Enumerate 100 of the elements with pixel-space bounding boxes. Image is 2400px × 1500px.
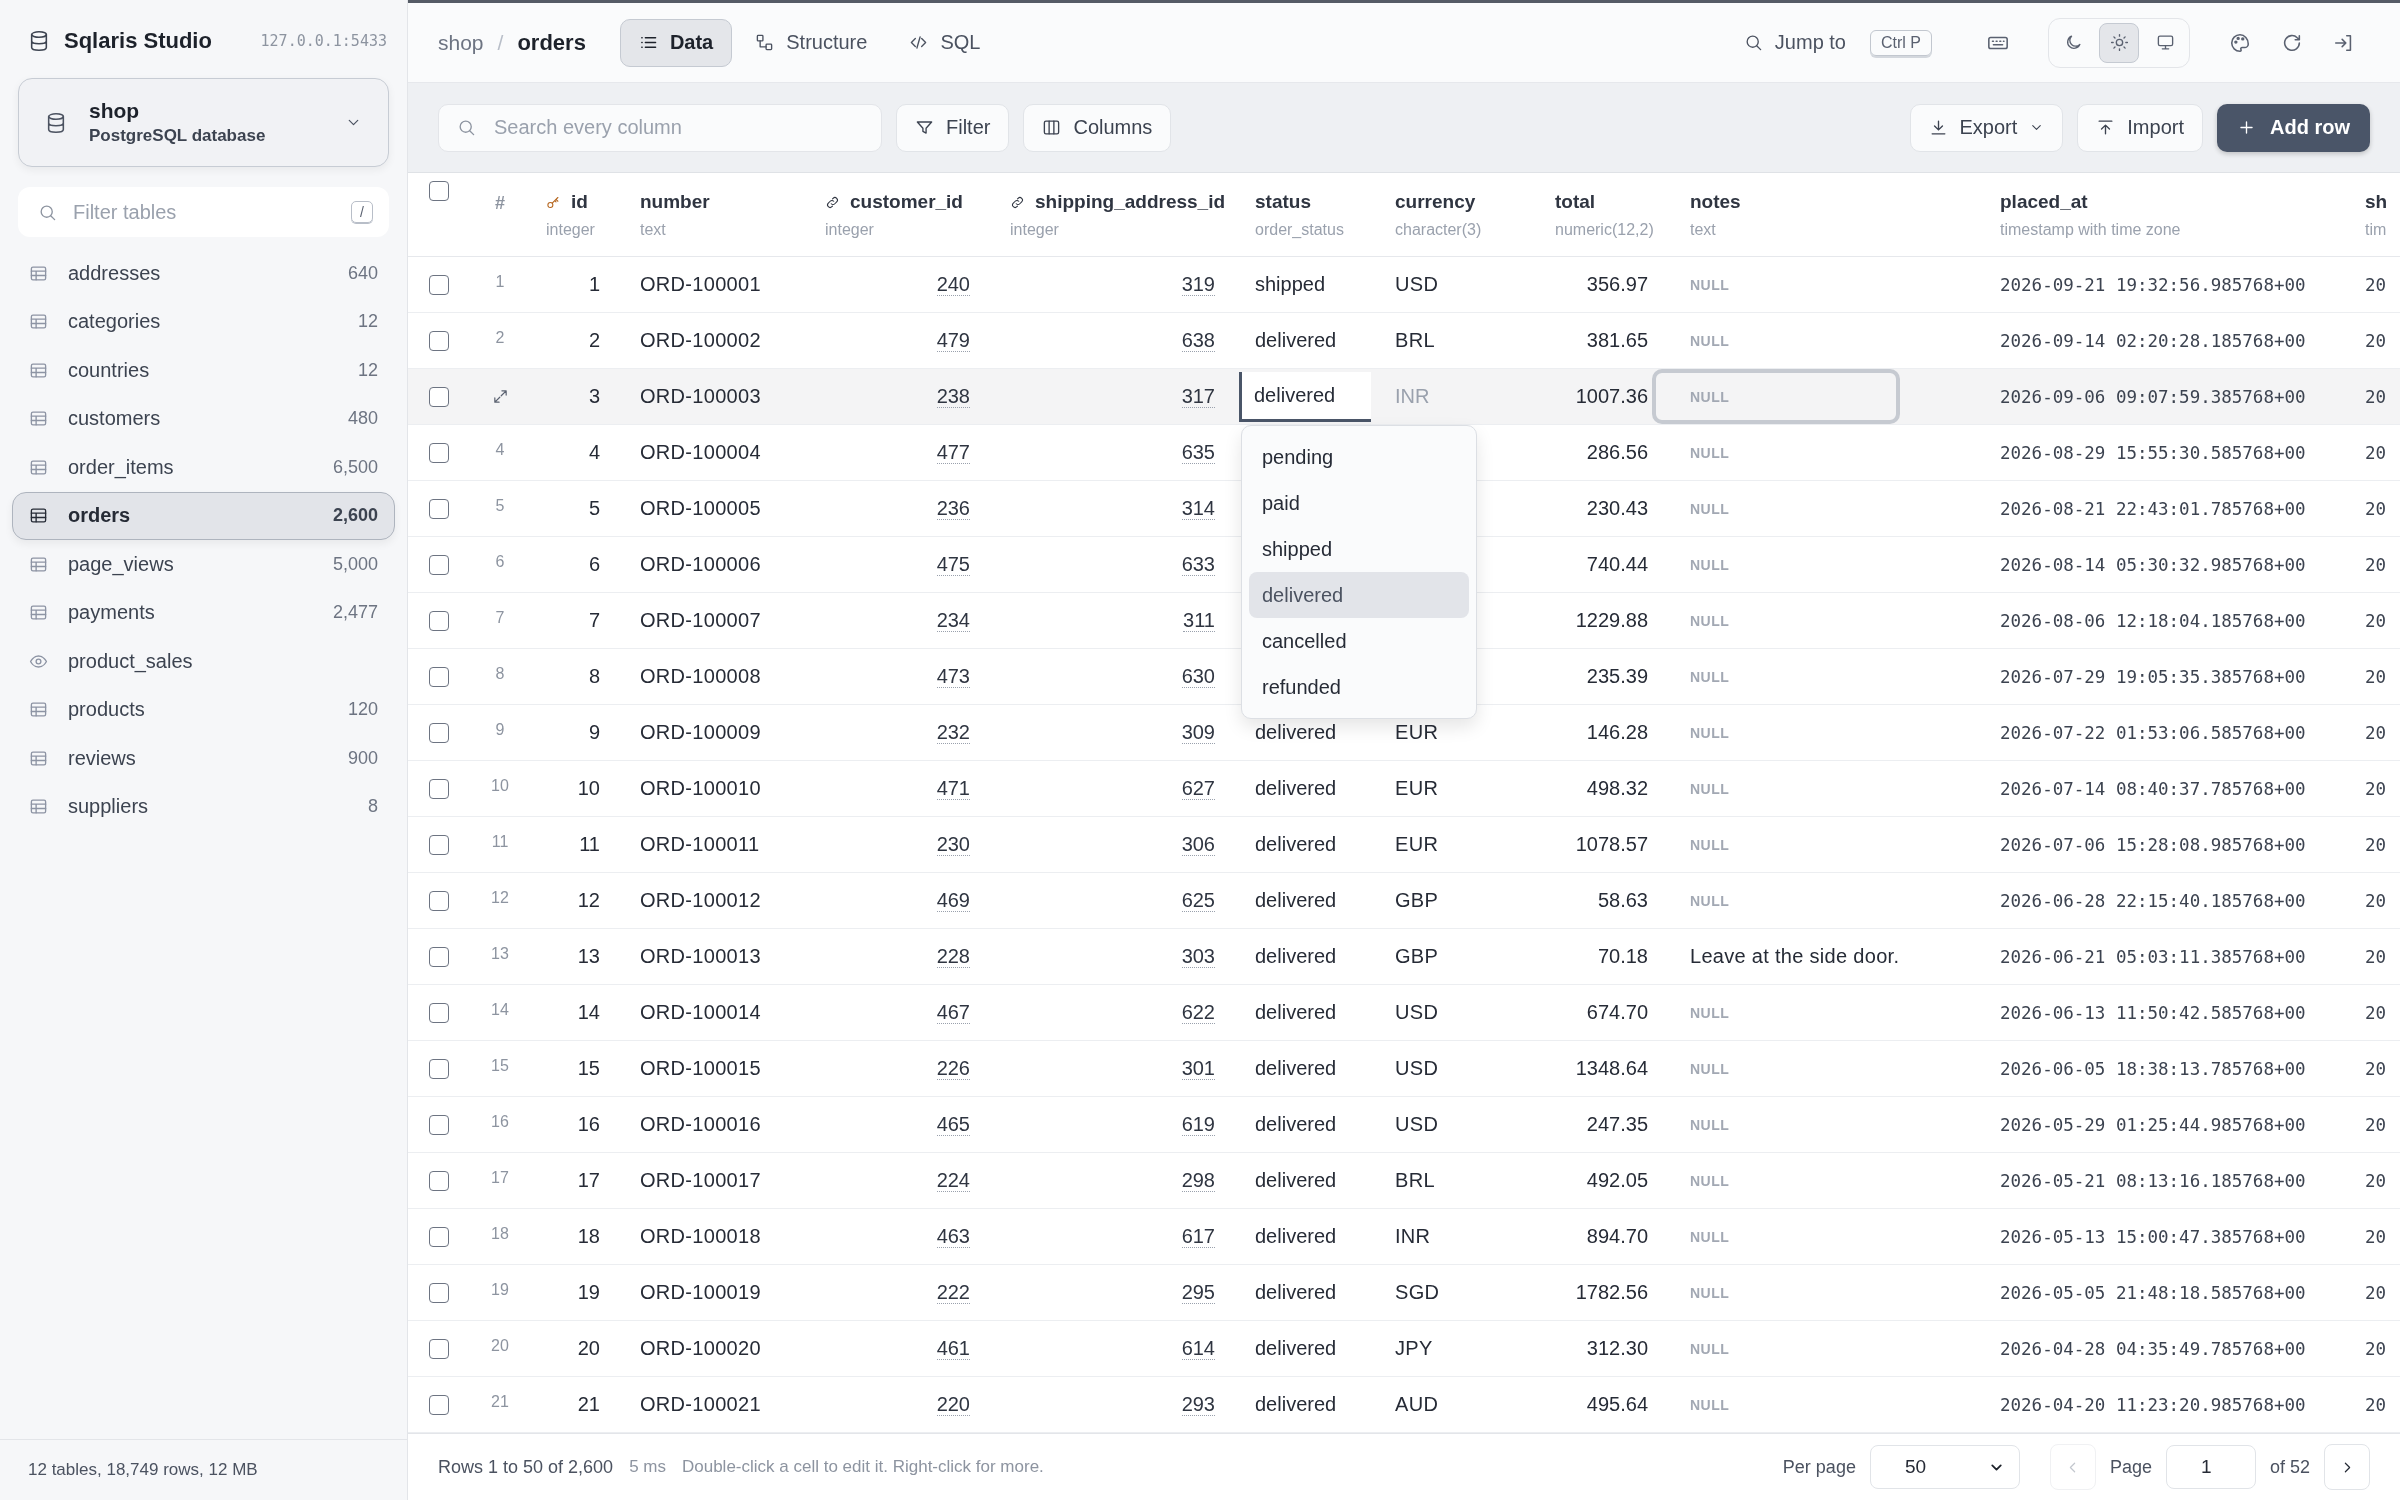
foreign-key-link[interactable]: 635 (1181, 441, 1215, 464)
dropdown-option[interactable]: paid (1249, 480, 1469, 526)
foreign-key-link[interactable]: 222 (936, 1281, 970, 1304)
row-checkbox[interactable] (429, 442, 449, 463)
schema-name[interactable]: shop (438, 30, 484, 55)
row-checkbox[interactable] (429, 890, 449, 911)
foreign-key-link[interactable]: 298 (1181, 1169, 1215, 1192)
foreign-key-link[interactable]: 622 (1181, 1001, 1215, 1024)
page-field[interactable]: 1 (2165, 1445, 2256, 1489)
foreign-key-link[interactable]: 317 (1181, 385, 1215, 408)
foreign-key-link[interactable]: 638 (1181, 329, 1215, 352)
search-field[interactable]: Search every column (492, 115, 863, 140)
dropdown-option[interactable]: cancelled (1249, 618, 1469, 664)
sidebar-item[interactable]: products 120 (12, 685, 395, 734)
foreign-key-link[interactable]: 224 (936, 1169, 970, 1192)
foreign-key-link[interactable]: 311 (1183, 609, 1215, 632)
sidebar-item[interactable]: countries 12 (12, 346, 395, 395)
import-button[interactable]: Import (2077, 103, 2203, 152)
sidebar-item[interactable]: page_views 5,000 (12, 540, 395, 589)
row-checkbox[interactable] (429, 1226, 449, 1247)
foreign-key-link[interactable]: 461 (936, 1337, 970, 1360)
foreign-key-link[interactable]: 619 (1181, 1113, 1215, 1136)
filter-button[interactable]: Filter (896, 103, 1010, 152)
sidebar-item[interactable]: orders 2,600 (12, 491, 395, 540)
foreign-key-link[interactable]: 471 (936, 777, 970, 800)
foreign-key-link[interactable]: 293 (1181, 1393, 1215, 1416)
foreign-key-link[interactable]: 479 (936, 329, 970, 352)
foreign-key-link[interactable]: 630 (1181, 665, 1215, 688)
foreign-key-link[interactable]: 477 (936, 441, 970, 464)
row-checkbox[interactable] (429, 1114, 449, 1135)
foreign-key-link[interactable]: 473 (936, 665, 970, 688)
foreign-key-link[interactable]: 465 (936, 1113, 970, 1136)
foreign-key-link[interactable]: 220 (936, 1393, 970, 1416)
filter-tables-box[interactable]: Filter tables / (18, 187, 389, 237)
sidebar-item[interactable]: product_sales (12, 637, 395, 686)
foreign-key-link[interactable]: 633 (1181, 553, 1215, 576)
foreign-key-link[interactable]: 469 (936, 889, 970, 912)
row-checkbox[interactable] (429, 498, 449, 519)
row-checkbox[interactable] (429, 610, 449, 631)
foreign-key-link[interactable]: 475 (936, 553, 970, 576)
per-page-select[interactable]: 50 (1869, 1445, 2020, 1489)
sidebar-item[interactable]: order_items 6,500 (12, 443, 395, 492)
expand-icon[interactable] (491, 388, 509, 405)
add-row-button[interactable]: Add row (2217, 103, 2370, 152)
foreign-key-link[interactable]: 234 (936, 609, 970, 632)
tab[interactable]: SQL (890, 18, 1000, 67)
foreign-key-link[interactable]: 617 (1181, 1225, 1215, 1248)
foreign-key-link[interactable]: 232 (936, 721, 970, 744)
foreign-key-link[interactable]: 319 (1181, 273, 1215, 296)
foreign-key-link[interactable]: 226 (936, 1057, 970, 1080)
search-box[interactable]: Search every column (438, 103, 882, 152)
row-checkbox[interactable] (429, 1282, 449, 1303)
row-checkbox[interactable] (429, 778, 449, 799)
foreign-key-link[interactable]: 230 (936, 833, 970, 856)
row-checkbox[interactable] (429, 834, 449, 855)
foreign-key-link[interactable]: 625 (1181, 889, 1215, 912)
dropdown-option[interactable]: shipped (1249, 526, 1469, 572)
database-selector[interactable]: shop PostgreSQL database (18, 78, 389, 167)
sidebar-item[interactable]: categories 12 (12, 297, 395, 346)
sidebar-item[interactable]: customers 480 (12, 394, 395, 443)
row-checkbox[interactable] (429, 666, 449, 687)
row-checkbox[interactable] (429, 386, 449, 407)
select-all-checkbox[interactable] (429, 181, 449, 201)
export-button[interactable]: Export (1909, 103, 2064, 152)
foreign-key-link[interactable]: 295 (1181, 1281, 1215, 1304)
sun-icon[interactable] (2099, 22, 2139, 63)
jump-to-button[interactable]: Jump to (1737, 30, 1852, 55)
foreign-key-link[interactable]: 301 (1181, 1057, 1215, 1080)
sidebar-item[interactable]: addresses 640 (12, 249, 395, 298)
status-editor[interactable]: delivered (1239, 371, 1371, 422)
row-checkbox[interactable] (429, 1170, 449, 1191)
foreign-key-link[interactable]: 314 (1181, 497, 1215, 520)
foreign-key-link[interactable]: 614 (1181, 1337, 1215, 1360)
row-checkbox[interactable] (429, 1002, 449, 1023)
columns-button[interactable]: Columns (1023, 103, 1172, 152)
row-checkbox[interactable] (429, 1338, 449, 1359)
row-checkbox[interactable] (429, 1394, 449, 1415)
foreign-key-link[interactable]: 627 (1181, 777, 1215, 800)
sidebar-item[interactable]: suppliers 8 (12, 782, 395, 831)
filter-tables-field[interactable]: Filter tables (71, 199, 338, 225)
tab[interactable]: Data (619, 18, 733, 67)
foreign-key-link[interactable]: 236 (936, 497, 970, 520)
row-checkbox[interactable] (429, 330, 449, 351)
foreign-key-link[interactable]: 306 (1181, 833, 1215, 856)
row-checkbox[interactable] (429, 554, 449, 575)
foreign-key-link[interactable]: 309 (1181, 721, 1215, 744)
row-checkbox[interactable] (429, 1058, 449, 1079)
foreign-key-link[interactable]: 238 (936, 385, 970, 408)
dropdown-option[interactable]: pending (1249, 434, 1469, 480)
tab[interactable]: Structure (736, 18, 887, 67)
foreign-key-link[interactable]: 303 (1181, 945, 1215, 968)
foreign-key-link[interactable]: 467 (936, 1001, 970, 1024)
row-checkbox[interactable] (429, 722, 449, 743)
row-checkbox[interactable] (429, 946, 449, 967)
foreign-key-link[interactable]: 240 (936, 273, 970, 296)
row-checkbox[interactable] (429, 274, 449, 295)
foreign-key-link[interactable]: 463 (936, 1225, 970, 1248)
dropdown-option[interactable]: refunded (1249, 664, 1469, 710)
dropdown-option[interactable]: delivered (1249, 572, 1469, 618)
sidebar-item[interactable]: reviews 900 (12, 734, 395, 783)
